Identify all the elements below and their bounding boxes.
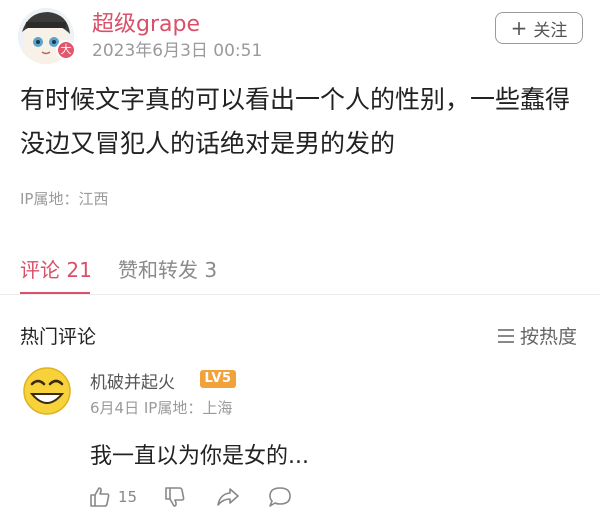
comment-meta: 6月4日 IP属地：上海 — [90, 399, 233, 417]
post-timestamp: 2023年6月3日 00:51 — [92, 41, 263, 61]
emoji-avatar-icon — [23, 367, 71, 415]
author-name[interactable]: 超级grape — [92, 6, 200, 38]
post-ip-location: IP属地：江西 — [20, 190, 109, 208]
post-content: 有时候文字真的可以看出一个人的性别，一些蠢得没边又冒犯人的话绝对是男的发的 — [20, 85, 571, 158]
like-button[interactable]: 15 — [88, 485, 137, 509]
thumbs-down-icon — [165, 487, 185, 507]
plus-icon: + — [510, 16, 528, 40]
level-badge: LV5 — [200, 370, 236, 388]
comment-icon — [269, 487, 291, 507]
tab-comments[interactable]: 评论 21 — [20, 254, 92, 283]
comment-text: 我一直以为你是女的... — [90, 444, 309, 469]
commenter-avatar[interactable] — [22, 366, 72, 416]
sort-label: 按热度 — [520, 326, 578, 348]
dislike-button[interactable] — [163, 485, 187, 509]
share-icon — [217, 488, 239, 506]
comment-action-bar: 15 — [88, 484, 293, 510]
reply-button[interactable] — [267, 485, 293, 509]
share-button[interactable] — [215, 485, 241, 509]
sort-icon — [498, 328, 514, 343]
avatar-badge: 大 — [56, 40, 76, 60]
follow-label: 关注 — [533, 20, 568, 41]
hot-comments-title: 热门评论 — [20, 326, 97, 348]
tab-divider — [0, 294, 600, 295]
follow-button[interactable]: + 关注 — [495, 12, 583, 44]
tab-likes-shares[interactable]: 赞和转发 3 — [118, 254, 217, 283]
like-count: 15 — [118, 488, 138, 506]
commenter-name[interactable]: 机破并起火 — [90, 368, 175, 393]
sort-by-hotness-button[interactable]: 按热度 — [498, 322, 577, 349]
thumbs-up-icon — [90, 487, 110, 507]
